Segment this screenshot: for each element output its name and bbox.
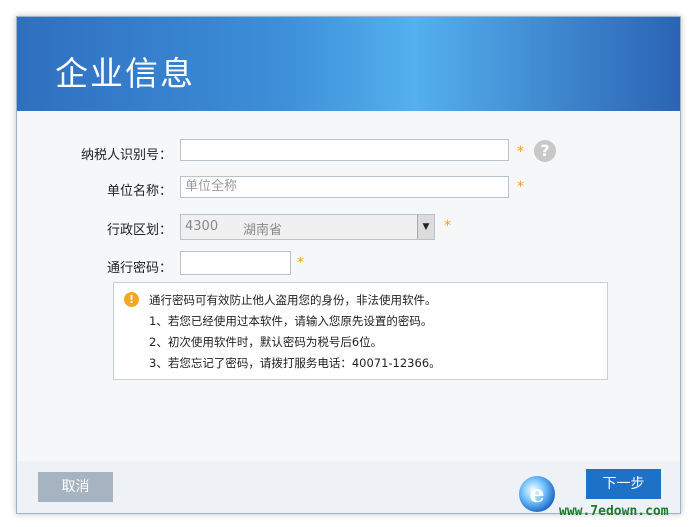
warning-icon: ! (124, 292, 139, 307)
notice-line: 2、初次使用软件时，默认密码为税号后6位。 (149, 335, 383, 349)
dropdown-arrow-icon[interactable]: ▼ (417, 215, 434, 239)
taxpayer-id-input[interactable] (180, 139, 509, 161)
unit-name-label: 单位名称： (106, 184, 172, 199)
taxpayer-id-label: 纳税人识别号： (80, 148, 172, 163)
region-code: 4300 (185, 219, 219, 234)
page-title: 企业信息 (55, 54, 195, 93)
notice-line: 1、若您已经使用过本软件，请输入您原先设置的密码。 (149, 314, 433, 328)
unit-name-required-star: * (517, 179, 524, 195)
notice-line: 3、若您忘记了密码，请拨打服务电话：40071-12366。 (149, 356, 441, 370)
taxpayer-id-required-star: * (517, 144, 524, 160)
ie-logo-icon: e (519, 476, 555, 512)
site-watermark-logo: e www.7edown.com (515, 470, 693, 525)
password-input[interactable] (180, 251, 291, 275)
notice-line: 通行密码可有效防止他人盗用您的身份，非法使用软件。 (149, 293, 437, 307)
password-required-star: * (297, 255, 304, 271)
region-required-star: * (444, 218, 451, 234)
dialog-header: 企业信息 (17, 17, 680, 111)
password-notice: ! 通行密码可有效防止他人盗用您的身份，非法使用软件。 1、若您已经使用过本软件… (113, 282, 608, 380)
region-label: 行政区划： (106, 223, 172, 238)
region-province: 湖南省 (243, 223, 283, 238)
unit-name-input[interactable]: 单位全称 (180, 176, 509, 198)
watermark-url: www.7edown.com (559, 504, 669, 519)
watermark-brand-artwork (565, 474, 685, 502)
region-select[interactable]: 4300 湖南省 ▼ (180, 214, 435, 240)
cancel-button[interactable]: 取消 (38, 472, 113, 502)
enterprise-info-dialog: 企业信息 纳税人识别号： * ? 单位名称： 单位全称 * 行政区划： 4300… (16, 16, 681, 514)
help-icon[interactable]: ? (534, 140, 556, 162)
password-label: 通行密码： (106, 261, 172, 276)
